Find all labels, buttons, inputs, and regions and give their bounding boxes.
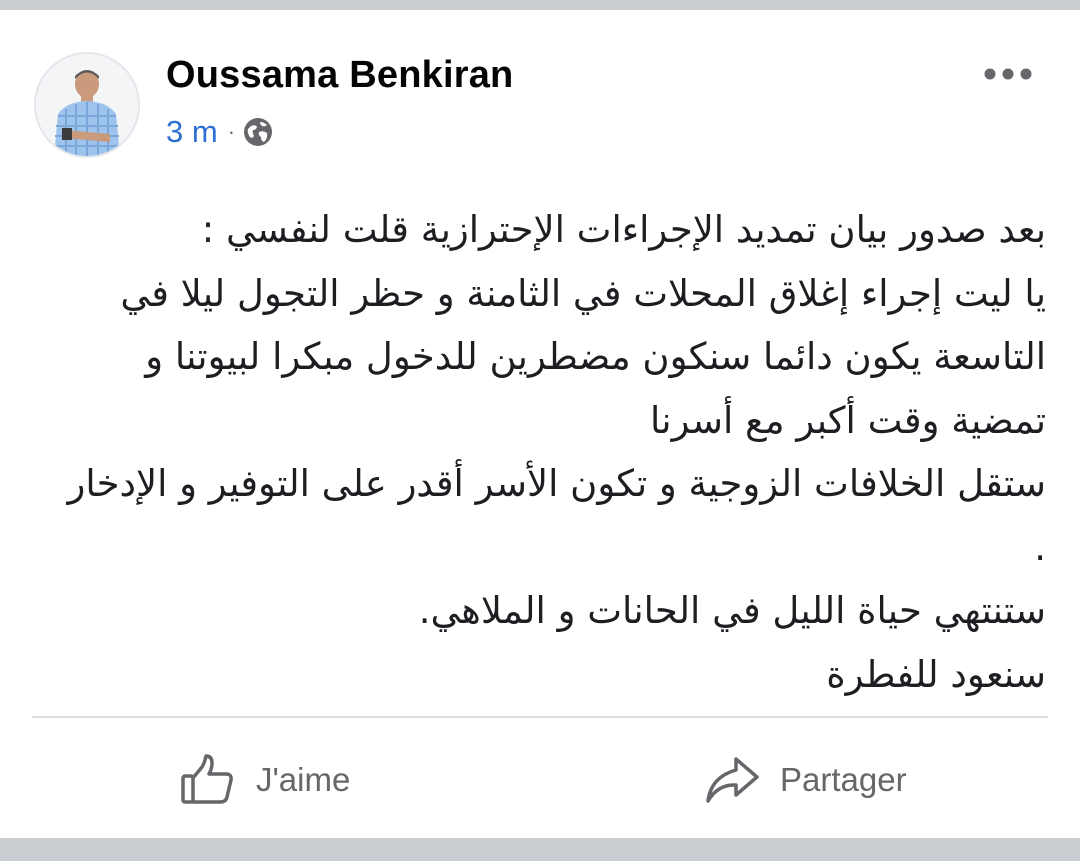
post-time[interactable]: 3 m xyxy=(166,114,218,150)
share-button[interactable]: Partager xyxy=(704,750,907,810)
like-button[interactable]: J'aime xyxy=(180,750,350,810)
share-arrow-icon xyxy=(706,757,759,803)
author-name[interactable]: Oussama Benkiran xyxy=(166,54,513,97)
thumbs-up-icon xyxy=(181,754,233,804)
post-card: Oussama Benkiran 3 m · بعد صدور بيان تمد… xyxy=(0,10,1080,838)
post-paragraph: بعد صدور بيان تمديد الإجراءات الإحترازية… xyxy=(201,208,1046,251)
post-paragraph: ستقل الخلافات الزوجية و تكون الأسر أقدر … xyxy=(67,462,1046,569)
meta-separator: · xyxy=(227,119,236,144)
post-paragraph: ستنتهي حياة الليل في الحانات و الملاهي. xyxy=(418,589,1046,632)
actions-divider xyxy=(32,716,1048,718)
avatar[interactable] xyxy=(34,52,140,158)
like-label: J'aime xyxy=(256,761,351,798)
post-paragraph: سنعود للفطرة xyxy=(826,652,1046,696)
more-options-button[interactable] xyxy=(978,56,1038,92)
globe-icon xyxy=(243,117,273,147)
post-text: بعد صدور بيان تمديد الإجراءات الإحترازية… xyxy=(60,198,1046,706)
avatar-image xyxy=(36,54,138,156)
more-horizontal-icon xyxy=(984,68,1032,80)
share-label: Partager xyxy=(780,761,907,798)
post-meta: 3 m · xyxy=(166,114,273,150)
post-paragraph: يا ليت إجراء إغلاق المحلات في الثامنة و … xyxy=(120,271,1046,442)
